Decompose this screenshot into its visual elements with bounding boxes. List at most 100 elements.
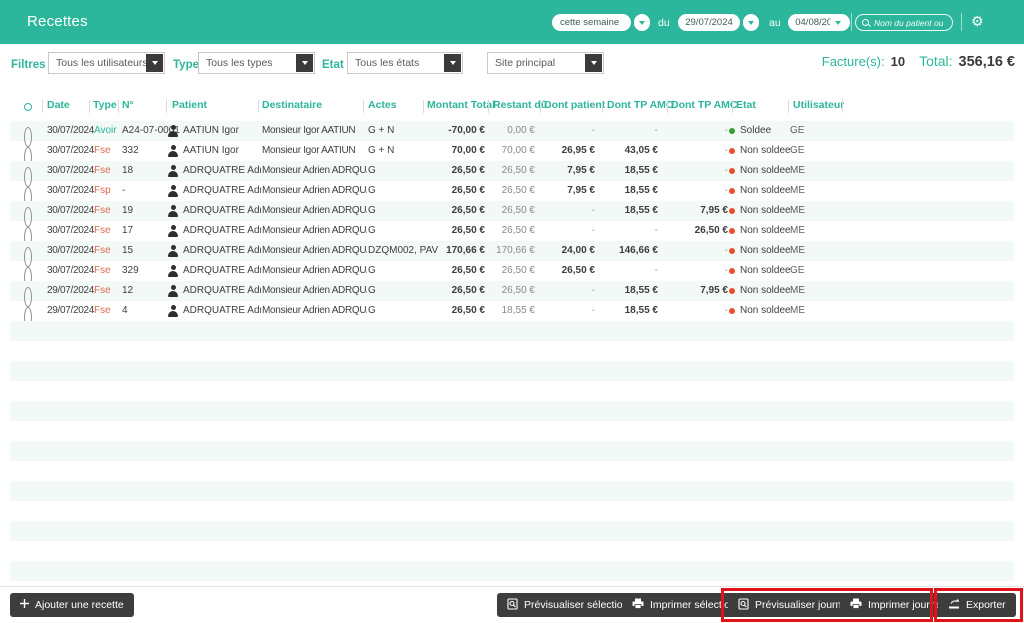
preview-selection-button[interactable]: Prévisualiser sélection	[497, 593, 638, 617]
button-label: Imprimer sélection	[650, 599, 736, 611]
row-type: Fse	[94, 301, 111, 321]
row-type: Fse	[94, 261, 111, 281]
row-dont-tp-amo: 43,05 €	[585, 141, 658, 161]
table-row[interactable]: 29/07/2024Fse12ADRQUATRE AdrienMonsieur …	[10, 281, 1014, 301]
table-row[interactable]: 29/07/2024Fse4ADRQUATRE AdrienMonsieur A…	[10, 301, 1014, 321]
patient-icon-head	[171, 165, 176, 170]
dropdown-arrow-button[interactable]	[296, 54, 313, 72]
settings-gear-icon[interactable]: ⚙	[971, 12, 984, 32]
row-dont-tp-amc: -	[655, 301, 728, 321]
column-header-type[interactable]: Type	[93, 99, 117, 111]
patient-icon-head	[171, 265, 176, 270]
empty-row	[10, 541, 1014, 561]
date-to-dropdown-button[interactable]	[830, 14, 846, 31]
table-row[interactable]: 30/07/2024Fse17ADRQUATRE AdrienMonsieur …	[10, 221, 1014, 241]
status-dot-non_soldee	[729, 308, 735, 314]
row-date: 30/07/2024	[47, 121, 94, 141]
empty-row	[10, 441, 1014, 461]
chevron-down-icon	[639, 21, 645, 25]
column-header-dont-patient[interactable]: Dont patient	[544, 99, 605, 111]
row-etat: Non soldee	[740, 141, 791, 161]
column-header-n-[interactable]: N°	[122, 99, 134, 111]
footer-divider	[0, 586, 1024, 587]
row-destinataire: Monsieur Adrien ADRQUATRE	[262, 181, 367, 201]
dropdown-arrow-button[interactable]	[585, 54, 602, 72]
column-header-dont-tp-amc[interactable]: Dont TP AMC	[671, 99, 738, 111]
etat-filter-dropdown[interactable]: Tous les états	[347, 52, 463, 74]
site-filter-dropdown[interactable]: Site principal	[487, 52, 604, 74]
status-dot-non_soldee	[729, 148, 735, 154]
status-dot-non_soldee	[729, 208, 735, 214]
row-etat: Non soldee	[740, 301, 791, 321]
column-header-date[interactable]: Date	[47, 99, 70, 111]
divider	[851, 13, 852, 31]
column-separator	[540, 100, 541, 113]
column-separator	[423, 100, 424, 113]
row-dont-tp-amo: 18,55 €	[585, 201, 658, 221]
row-destinataire: Monsieur Adrien ADRQUATRE	[262, 301, 367, 321]
date-from-label: du	[658, 17, 670, 29]
print-journal-button[interactable]: Imprimer journal	[840, 593, 954, 617]
button-label: Prévisualiser journal	[755, 599, 850, 611]
table-row[interactable]: 30/07/2024Fse19ADRQUATRE AdrienMonsieur …	[10, 201, 1014, 221]
dropdown-arrow-button[interactable]	[146, 54, 163, 72]
column-header-montant-total[interactable]: Montant Total	[427, 99, 495, 111]
button-label: Prévisualiser sélection	[524, 599, 628, 611]
date-from-dropdown-button[interactable]	[743, 14, 759, 31]
search-input[interactable]: Nom du patient ou montant	[855, 14, 953, 31]
patient-icon-head	[171, 205, 176, 210]
row-number: 19	[122, 201, 133, 221]
printer-icon	[850, 598, 862, 612]
period-selector-dropdown-button[interactable]	[634, 14, 650, 31]
row-number: 4	[122, 301, 128, 321]
row-number: 329	[122, 261, 139, 281]
column-header-patient[interactable]: Patient	[172, 99, 207, 111]
patient-icon-body	[168, 251, 178, 257]
patient-icon-body	[168, 231, 178, 237]
patient-icon-head	[171, 225, 176, 230]
chevron-down-icon	[748, 21, 754, 25]
row-patient: ADRQUATRE Adrien	[183, 161, 261, 181]
row-date: 29/07/2024	[47, 301, 94, 321]
export-button[interactable]: Exporter	[938, 593, 1016, 617]
table-row[interactable]: 30/07/2024Fsp-ADRQUATRE AdrienMonsieur A…	[10, 181, 1014, 201]
table-row[interactable]: 30/07/2024Fse332AATIUN IgorMonsieur Igor…	[10, 141, 1014, 161]
users-filter-value: Tous les utilisateurs	[56, 57, 148, 69]
column-header-destinataire[interactable]: Destinataire	[262, 99, 322, 111]
empty-row	[10, 521, 1014, 541]
add-recette-button[interactable]: Ajouter une recette	[10, 593, 134, 617]
button-label: Imprimer journal	[868, 599, 944, 611]
date-from-input[interactable]: 29/07/2024	[678, 14, 740, 31]
type-filter-dropdown[interactable]: Tous les types	[198, 52, 315, 74]
row-destinataire: Monsieur Igor AATIUN	[262, 141, 367, 161]
row-type: Avoir	[94, 121, 117, 141]
type-filter-value: Tous les types	[206, 57, 273, 69]
period-selector[interactable]: cette semaine	[552, 14, 631, 31]
column-header-etat[interactable]: Etat	[736, 99, 756, 111]
plus-icon	[20, 599, 29, 611]
row-patient: ADRQUATRE Adrien	[183, 221, 261, 241]
table-row[interactable]: 30/07/2024Fse329ADRQUATRE AdrienMonsieur…	[10, 261, 1014, 281]
dropdown-arrow-button[interactable]	[444, 54, 461, 72]
column-separator	[363, 100, 364, 113]
row-number: 12	[122, 281, 133, 301]
row-type: Fse	[94, 201, 111, 221]
table-row[interactable]: 30/07/2024Fse18ADRQUATRE AdrienMonsieur …	[10, 161, 1014, 181]
row-date: 29/07/2024	[47, 281, 94, 301]
column-header-actes[interactable]: Actes	[368, 99, 397, 111]
users-filter-dropdown[interactable]: Tous les utilisateurs	[48, 52, 165, 74]
row-dont-tp-amo: 18,55 €	[585, 301, 658, 321]
patient-icon-head	[171, 245, 176, 250]
row-patient: AATIUN Igor	[183, 141, 261, 161]
factures-count: 10	[891, 54, 905, 69]
row-dont-tp-amo: 146,66 €	[585, 241, 658, 261]
patient-icon	[167, 305, 179, 317]
row-utilisateur: ME	[790, 281, 805, 301]
column-header-dont-tp-amo[interactable]: Dont TP AMO	[607, 99, 674, 111]
column-header-utilisateur[interactable]: Utilisateur	[793, 99, 844, 111]
table-row[interactable]: 30/07/2024Fse15ADRQUATRE AdrienMonsieur …	[10, 241, 1014, 261]
table-row[interactable]: 30/07/2024AvoirA24-07-0001AATIUN IgorMon…	[10, 121, 1014, 141]
row-dont-tp-amo: -	[585, 121, 658, 141]
patient-icon-body	[168, 271, 178, 277]
patient-icon	[167, 185, 179, 197]
